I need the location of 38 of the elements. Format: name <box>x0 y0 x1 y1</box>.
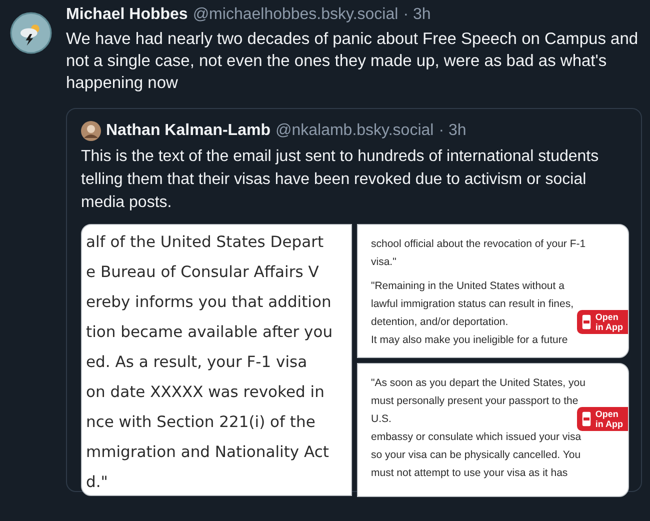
document-text: detention, and/or deportation. <box>371 316 508 328</box>
avatar-icon[interactable] <box>10 12 52 54</box>
document-text: must personally present your passport to the <box>371 395 578 407</box>
document-text: must not attempt to use your visa as it has <box>371 467 568 479</box>
phone-icon <box>582 314 592 330</box>
avatar-icon[interactable] <box>81 121 101 141</box>
post-time: · 3h <box>438 122 466 140</box>
document-text: d." <box>86 473 108 491</box>
document-text: embassy or consulate which issued your visa <box>371 431 582 443</box>
author-name[interactable]: Nathan Kalman-Lamb <box>106 122 270 140</box>
post-time: · 3h <box>403 6 431 24</box>
author-handle[interactable]: @nkalamb.bsky.social <box>275 122 434 140</box>
document-text: ereby informs you that addition <box>86 293 332 311</box>
author-handle[interactable]: @michaelhobbes.bsky.social <box>192 6 398 24</box>
document-screenshot[interactable] <box>357 224 629 358</box>
document-text: ed. As a result, your F-1 visa <box>86 353 308 371</box>
author-name[interactable]: Michael Hobbes <box>66 6 188 24</box>
document-text: alf of the United States Depart <box>86 233 324 251</box>
document-screenshot[interactable] <box>81 224 352 496</box>
post-text: We have had nearly two decades of panic about Free Speech on Campus and not a single case, not even the ones they made up, were as bad as what's happening now <box>66 29 640 94</box>
document-text: school official about the revocation of your F-1 <box>371 238 586 250</box>
document-text: lawful immigration status can result in fines, <box>371 298 574 310</box>
document-text: mmigration and Nationality Act <box>86 443 329 461</box>
document-text: U.S. <box>371 413 392 425</box>
document-text: It may also make you ineligible for a future <box>371 334 568 346</box>
quote-text: This is the text of the email just sent to hundreds of international students telling them that their visas have been revoked due to activism or social media posts. <box>81 147 600 213</box>
open-in-app-badge[interactable]: Open in App <box>577 407 628 431</box>
document-text: nce with Section 221(i) of the <box>86 413 316 431</box>
document-text: tion became available after you <box>86 323 333 341</box>
document-screenshot[interactable] <box>357 363 629 497</box>
phone-icon <box>582 411 592 427</box>
open-in-app-badge[interactable]: Open in App <box>577 310 628 334</box>
document-text: so your visa can be physically cancelled. You <box>371 449 581 461</box>
document-text: visa." <box>371 256 396 268</box>
document-text: on date XXXXX was revoked in <box>86 383 324 401</box>
document-text: e Bureau of Consular Affairs V <box>86 263 319 281</box>
document-text: "As soon as you depart the United States, you <box>371 377 586 389</box>
document-text: "Remaining in the United States without a <box>371 280 564 292</box>
